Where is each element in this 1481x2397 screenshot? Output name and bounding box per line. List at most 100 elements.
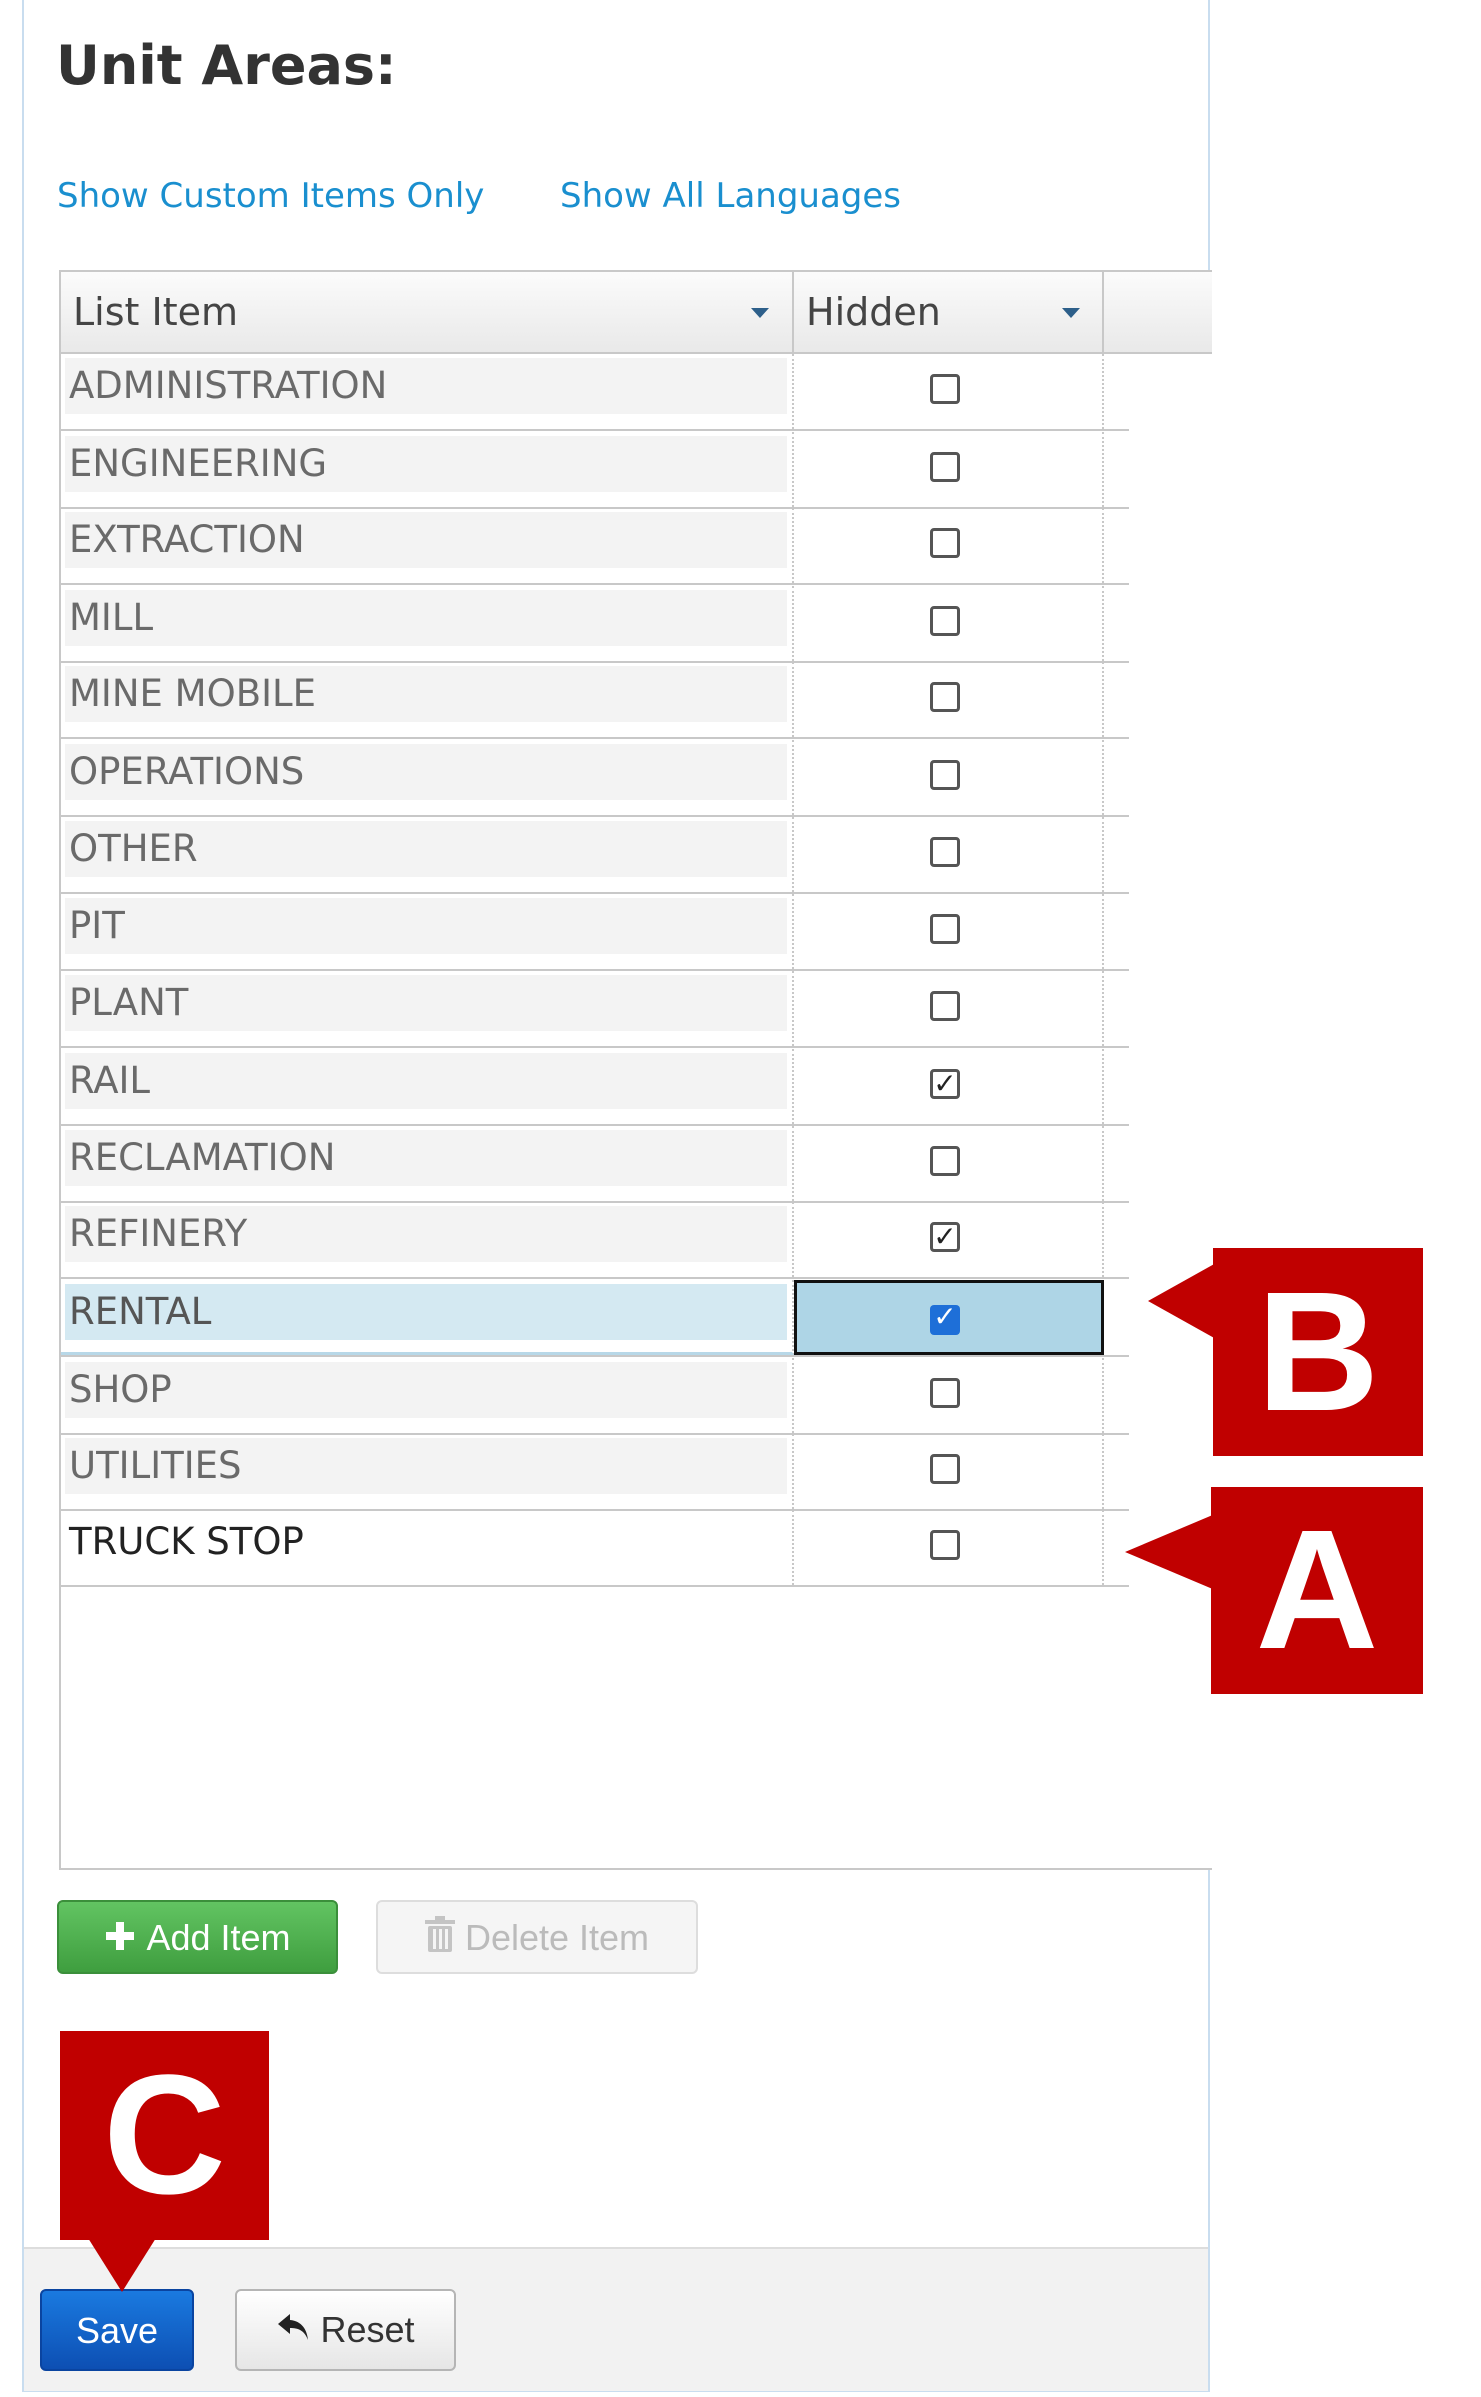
list-item-label: PIT	[65, 898, 787, 954]
hidden-checkbox[interactable]	[930, 606, 960, 636]
hidden-cell[interactable]	[794, 432, 1104, 507]
show-all-languages-link[interactable]: Show All Languages	[560, 176, 901, 216]
hidden-cell[interactable]	[794, 508, 1104, 583]
list-items-grid: List Item Hidden ADMINISTRATION ENGINEERI…	[59, 270, 1212, 1870]
hidden-checkbox[interactable]	[930, 1454, 960, 1484]
table-row[interactable]: UTILITIES	[61, 1434, 1129, 1511]
list-item-label: UTILITIES	[65, 1438, 787, 1494]
list-item-label: TRUCK STOP	[65, 1514, 787, 1570]
list-item-cell[interactable]: OTHER	[61, 817, 794, 892]
hidden-cell[interactable]	[794, 740, 1104, 815]
hidden-checkbox[interactable]: ✓	[930, 1222, 960, 1252]
list-item-cell[interactable]: ADMINISTRATION	[61, 354, 794, 429]
column-header-hidden[interactable]: Hidden	[794, 272, 1104, 352]
callout-b: B	[1213, 1248, 1423, 1456]
reset-button[interactable]: Reset	[235, 2289, 456, 2371]
table-row[interactable]: RENTAL ✓	[61, 1280, 1129, 1357]
table-row[interactable]: EXTRACTION	[61, 508, 1129, 585]
hidden-cell[interactable]	[794, 1510, 1104, 1585]
list-item-cell[interactable]: MILL	[61, 586, 794, 661]
hidden-checkbox[interactable]	[930, 452, 960, 482]
hidden-checkbox[interactable]	[930, 914, 960, 944]
undo-arrow-icon	[276, 2293, 312, 2371]
hidden-checkbox[interactable]	[930, 760, 960, 790]
caret-down-icon[interactable]	[1062, 308, 1080, 318]
list-item-cell[interactable]: PLANT	[61, 971, 794, 1046]
hidden-checkbox[interactable]	[930, 528, 960, 558]
hidden-cell[interactable]	[794, 1434, 1104, 1509]
table-row[interactable]: REFINERY ✓	[61, 1202, 1129, 1279]
table-row[interactable]: RECLAMATION	[61, 1126, 1129, 1203]
add-item-button[interactable]: Add Item	[57, 1900, 338, 1974]
list-item-cell[interactable]: PIT	[61, 894, 794, 969]
delete-item-button[interactable]: Delete Item	[376, 1900, 698, 1974]
table-row[interactable]: RAIL ✓	[61, 1049, 1129, 1126]
hidden-checkbox[interactable]: ✓	[930, 1303, 960, 1335]
hidden-checkbox[interactable]	[930, 1146, 960, 1176]
reset-label: Reset	[320, 2309, 415, 2350]
list-item-label: EXTRACTION	[65, 512, 787, 568]
show-custom-items-link[interactable]: Show Custom Items Only	[57, 176, 484, 216]
hidden-cell[interactable]: ✓	[794, 1202, 1104, 1277]
list-item-label: PLANT	[65, 975, 787, 1031]
list-item-cell[interactable]: UTILITIES	[61, 1434, 794, 1509]
list-item-cell[interactable]: ENGINEERING	[61, 432, 794, 507]
hidden-checkbox[interactable]: ✓	[930, 1069, 960, 1099]
table-row[interactable]: OPERATIONS	[61, 740, 1129, 817]
hidden-cell[interactable]	[794, 354, 1104, 429]
hidden-cell[interactable]: ✓	[794, 1280, 1104, 1355]
hidden-checkbox[interactable]	[930, 1530, 960, 1560]
hidden-cell[interactable]	[794, 894, 1104, 969]
hidden-checkbox[interactable]	[930, 837, 960, 867]
table-row[interactable]: PIT	[61, 894, 1129, 971]
save-button[interactable]: Save	[40, 2289, 194, 2371]
list-item-label: OTHER	[65, 821, 787, 877]
list-item-cell[interactable]: RENTAL	[61, 1280, 794, 1355]
hidden-checkbox[interactable]	[930, 991, 960, 1021]
page-title: Unit Areas:	[56, 34, 397, 97]
list-item-cell[interactable]: RAIL	[61, 1049, 794, 1124]
table-row[interactable]: OTHER	[61, 817, 1129, 894]
callout-c-arrow	[88, 2238, 156, 2292]
list-item-label: ADMINISTRATION	[65, 358, 787, 414]
table-row[interactable]: MINE MOBILE	[61, 662, 1129, 739]
list-item-cell[interactable]: SHOP	[61, 1358, 794, 1433]
column-header-label: List Item	[73, 290, 239, 334]
add-item-label: Add Item	[146, 1917, 291, 1958]
hidden-cell[interactable]	[794, 586, 1104, 661]
list-item-label: RENTAL	[65, 1284, 787, 1340]
list-item-cell[interactable]: MINE MOBILE	[61, 662, 794, 737]
hidden-cell[interactable]	[794, 1358, 1104, 1433]
list-item-cell[interactable]: REFINERY	[61, 1202, 794, 1277]
table-row[interactable]: MILL	[61, 586, 1129, 663]
list-item-label: MINE MOBILE	[65, 666, 787, 722]
hidden-cell[interactable]	[794, 971, 1104, 1046]
list-item-label: MILL	[65, 590, 787, 646]
caret-down-icon[interactable]	[751, 308, 769, 318]
column-header-list-item[interactable]: List Item	[61, 272, 794, 352]
table-row[interactable]: ADMINISTRATION	[61, 354, 1129, 431]
hidden-cell[interactable]	[794, 1126, 1104, 1201]
table-row[interactable]: PLANT	[61, 971, 1129, 1048]
callout-b-arrow	[1148, 1263, 1216, 1339]
callout-c: C	[60, 2031, 269, 2240]
table-row[interactable]: TRUCK STOP	[61, 1510, 1129, 1587]
callout-a: A	[1211, 1487, 1423, 1694]
trash-icon	[424, 1904, 455, 1976]
hidden-cell[interactable]	[794, 817, 1104, 892]
hidden-checkbox[interactable]	[930, 374, 960, 404]
hidden-cell[interactable]	[794, 662, 1104, 737]
list-item-label: RECLAMATION	[65, 1130, 787, 1186]
hidden-cell[interactable]: ✓	[794, 1049, 1104, 1124]
list-item-cell[interactable]: EXTRACTION	[61, 508, 794, 583]
list-item-cell[interactable]: OPERATIONS	[61, 740, 794, 815]
table-row[interactable]: SHOP	[61, 1358, 1129, 1435]
hidden-checkbox[interactable]	[930, 682, 960, 712]
list-item-label: REFINERY	[65, 1206, 787, 1262]
hidden-checkbox[interactable]	[930, 1378, 960, 1408]
list-item-label: ENGINEERING	[65, 436, 787, 492]
list-item-cell[interactable]: TRUCK STOP	[61, 1510, 794, 1585]
list-item-cell[interactable]: RECLAMATION	[61, 1126, 794, 1201]
delete-item-label: Delete Item	[464, 1917, 650, 1958]
table-row[interactable]: ENGINEERING	[61, 432, 1129, 509]
